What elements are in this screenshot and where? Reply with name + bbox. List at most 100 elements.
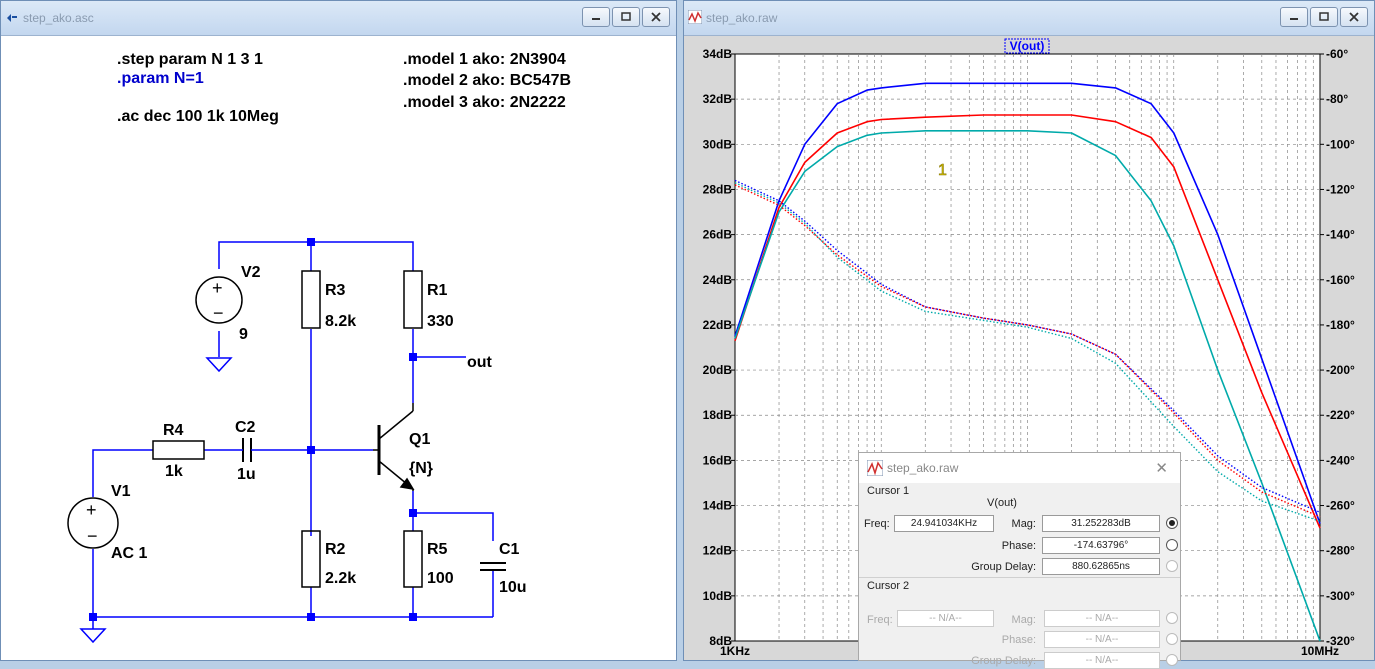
r4-value: 1k — [165, 463, 183, 480]
cursor2-phase-label: Phase: — [1001, 634, 1036, 646]
y-tick-label-left: 34dB — [703, 47, 733, 61]
close-icon — [1349, 12, 1359, 22]
out-net-label[interactable]: out — [467, 354, 493, 371]
y-tick-label-left: 14dB — [703, 499, 733, 513]
v2-value: 9 — [239, 326, 248, 343]
r4-resistor[interactable] — [152, 440, 205, 460]
v1-voltage-source[interactable]: + − — [67, 497, 119, 549]
c2-value: 1u — [237, 466, 256, 483]
cursor2-freq-field[interactable]: -- N/A-- — [897, 610, 994, 627]
y-tick-label-right: -200° — [1326, 363, 1355, 377]
trace-label[interactable]: V(out) — [1010, 39, 1045, 53]
minimize-icon — [592, 18, 600, 20]
y-tick-label-left: 10dB — [703, 589, 733, 603]
y-tick-label-left: 12dB — [703, 544, 733, 558]
y-tick-label-left: 20dB — [703, 363, 733, 377]
waveform-titlebar[interactable]: step_ako.raw — [684, 1, 1374, 36]
window-title: step_ako.asc — [23, 11, 94, 25]
v2-voltage-source[interactable]: + − — [195, 276, 243, 324]
param-directive[interactable]: .param N=1 — [117, 70, 204, 87]
y-tick-label-right: -260° — [1326, 499, 1355, 513]
c2-label: C2 — [235, 419, 256, 436]
cursor-dialog[interactable]: step_ako.raw ✕ Cursor 1 V(out) Freq: 24.… — [858, 452, 1181, 669]
cursor2-phase-field[interactable]: -- N/A-- — [1044, 631, 1160, 648]
c1-label: C1 — [499, 541, 520, 558]
close-button[interactable] — [1340, 7, 1368, 27]
y-tick-label-left: 26dB — [703, 228, 733, 242]
cursor2-heading: Cursor 2 — [867, 580, 910, 592]
cursor1-phase-label: Phase: — [1001, 540, 1036, 552]
maximize-icon — [621, 12, 631, 21]
cursor1-freq-field[interactable]: 24.941034KHz — [894, 515, 994, 532]
y-tick-label-left: 28dB — [703, 182, 733, 196]
cursor2-gd-radio[interactable] — [1166, 654, 1178, 666]
model-directive-2[interactable]: .model 2 ako: BC547B — [403, 72, 571, 89]
svg-text:−: − — [87, 526, 98, 546]
model-directive-1[interactable]: .model 1 ako: 2N3904 — [403, 51, 566, 68]
schematic-canvas[interactable]: .step param N 1 3 1 .param N=1 .ac dec 1… — [1, 36, 676, 660]
window-title: step_ako.raw — [706, 11, 778, 25]
y-tick-label-left: 16dB — [703, 453, 733, 467]
y-tick-label-right: -160° — [1326, 273, 1355, 287]
cursor2-gd-label: Group Delay: — [971, 655, 1036, 667]
cursor1-phase-field[interactable]: -174.63796° — [1042, 537, 1160, 554]
y-tick-label-right: -80° — [1326, 92, 1348, 106]
model-directive-3[interactable]: .model 3 ako: 2N2222 — [403, 94, 566, 111]
close-button[interactable] — [642, 7, 670, 27]
r5-label: R5 — [427, 541, 448, 558]
cursor2-phase-radio[interactable] — [1166, 633, 1178, 645]
close-icon — [651, 12, 661, 22]
x-tick-label: 10MHz — [1301, 644, 1339, 658]
y-tick-label-right: -180° — [1326, 318, 1355, 332]
y-tick-label-right: -220° — [1326, 408, 1355, 422]
cursor1-gd-radio[interactable] — [1166, 560, 1178, 572]
ac-directive[interactable]: .ac dec 100 1k 10Meg — [117, 108, 279, 125]
c1-capacitor[interactable] — [480, 562, 506, 571]
y-tick-label-right: -140° — [1326, 228, 1355, 242]
r3-resistor[interactable] — [301, 270, 321, 329]
schematic-titlebar[interactable]: step_ako.asc — [1, 1, 676, 36]
cursor1-gd-field[interactable]: 880.62865ns — [1042, 558, 1160, 575]
ltspice-icon — [7, 14, 17, 22]
minimize-button[interactable] — [1280, 7, 1308, 27]
y-tick-label-left: 22dB — [703, 318, 733, 332]
r1-value: 330 — [427, 313, 454, 330]
svg-text:+: + — [86, 500, 97, 520]
cursor1-phase-radio[interactable] — [1166, 539, 1178, 551]
cursor1-mag-radio[interactable] — [1166, 517, 1178, 529]
y-tick-label-right: -120° — [1326, 182, 1355, 196]
cursor-marker[interactable]: 1 — [938, 162, 948, 180]
c2-capacitor[interactable] — [233, 438, 261, 462]
cursor2-freq-label: Freq: — [867, 614, 893, 626]
q1-value: {N} — [409, 460, 433, 477]
cursor1-mag-field[interactable]: 31.252283dB — [1042, 515, 1160, 532]
cursor2-mag-field[interactable]: -- N/A-- — [1044, 610, 1160, 627]
schematic-window[interactable]: step_ako.asc .step param N 1 3 1 .param … — [0, 0, 677, 661]
v2-label: V2 — [241, 264, 261, 281]
y-tick-label-left: 30dB — [703, 137, 733, 151]
y-axis-left: 8dB10dB12dB14dB16dB18dB20dB22dB24dB26dB2… — [703, 47, 735, 648]
r3-value: 8.2k — [325, 313, 356, 330]
maximize-button[interactable] — [1310, 7, 1338, 27]
cursor1-mag-label: Mag: — [1011, 518, 1036, 530]
dialog-close-icon[interactable]: ✕ — [1155, 459, 1168, 477]
step-directive[interactable]: .step param N 1 3 1 — [117, 51, 263, 68]
cursor2-mag-radio[interactable] — [1166, 612, 1178, 624]
r2-resistor[interactable] — [301, 530, 321, 588]
v1-label: V1 — [111, 483, 131, 500]
r5-resistor[interactable] — [403, 530, 423, 588]
y-tick-label-right: -240° — [1326, 453, 1355, 467]
q1-transistor[interactable] — [373, 403, 415, 491]
ground-symbol-v1 — [79, 628, 107, 644]
minimize-button[interactable] — [582, 7, 610, 27]
maximize-button[interactable] — [612, 7, 640, 27]
r4-label: R4 — [163, 422, 184, 439]
y-tick-label-right: -100° — [1326, 137, 1355, 151]
r1-label: R1 — [427, 282, 448, 299]
y-tick-label-left: 32dB — [703, 92, 733, 106]
r1-resistor[interactable] — [403, 270, 423, 329]
cursor-dialog-titlebar[interactable]: step_ako.raw ✕ — [859, 453, 1180, 483]
waveform-icon — [688, 10, 702, 24]
cursor1-trace: V(out) — [987, 497, 1017, 509]
v1-value: AC 1 — [111, 545, 148, 562]
